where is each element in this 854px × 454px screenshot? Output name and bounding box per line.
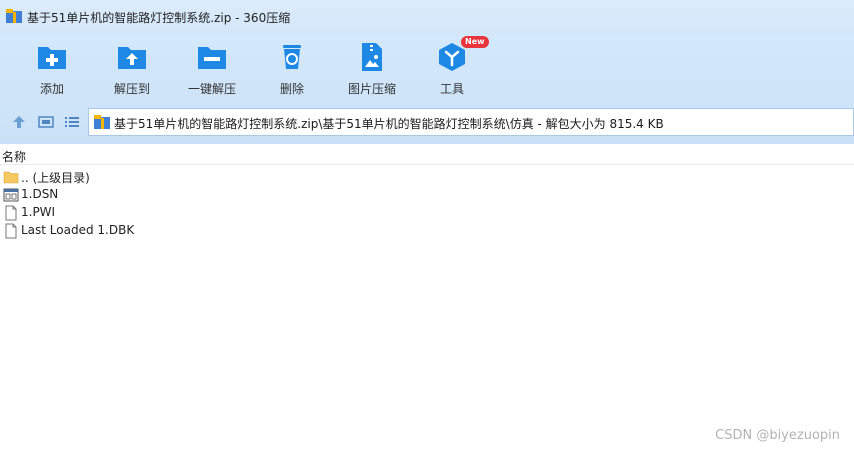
archive-icon [94,115,110,129]
file-name: 1.DSN [21,187,59,201]
file-name: .. (上级目录) [21,171,90,185]
image-compress-icon [362,43,382,71]
delete-button[interactable]: 删除 [257,38,327,98]
archive-app-icon [6,9,22,23]
tools-label: 工具 [439,82,464,96]
title-bar: 基于51单片机的智能路灯控制系统.zip - 360压缩 [0,0,854,34]
list-item-file[interactable]: Last Loaded 1.DBK [0,222,854,240]
add-folder-icon [38,47,66,69]
thumbnail-view-icon[interactable] [38,114,54,130]
one-click-extract-label: 一键解压 [187,82,236,96]
toolbar: 添加 解压到 一键解压 删除 图片压缩 New 工具 [0,34,854,100]
name-column-label: 名称 [2,150,27,164]
folder-icon [3,171,19,184]
new-badge: New [461,36,489,48]
add-button[interactable]: 添加 [17,38,87,98]
list-item-parent-directory[interactable]: .. (上级目录) [0,168,854,186]
window-title: 基于51单片机的智能路灯控制系统.zip - 360压缩 [27,11,291,25]
add-label: 添加 [39,82,64,96]
watermark: CSDN @biyezuopin [715,428,840,443]
list-item-file[interactable]: 1.PWI [0,204,854,222]
one-click-extract-button[interactable]: 一键解压 [177,38,247,98]
file-name: 1.PWI [21,205,56,219]
extract-folder-icon [118,47,146,69]
list-view-icon[interactable] [64,114,80,130]
image-compress-button[interactable]: 图片压缩 [337,38,407,98]
list-item-file[interactable]: 1.DSN [0,186,854,204]
delete-label: 删除 [279,82,304,96]
extract-to-button[interactable]: 解压到 [97,38,167,98]
dsn-file-icon [3,188,19,202]
file-icon [5,205,17,221]
file-name: Last Loaded 1.DBK [21,223,135,237]
extract-to-label: 解压到 [113,82,150,96]
file-list: .. (上级目录) 1.DSN 1.PWI Last Loaded 1.DBK [0,168,854,240]
one-click-extract-icon [198,47,226,69]
image-compress-label: 图片压缩 [347,82,396,96]
up-arrow-icon[interactable] [11,114,27,130]
address-bar[interactable]: 基于51单片机的智能路灯控制系统.zip\基于51单片机的智能路灯控制系统\仿真… [88,108,854,136]
tools-button[interactable]: New 工具 [417,36,489,98]
name-column-header[interactable]: 名称 [0,146,854,165]
recycle-bin-icon [283,45,301,69]
navigation-bar: 基于51单片机的智能路灯控制系统.zip\基于51单片机的智能路灯控制系统\仿真… [0,100,854,144]
file-icon [5,223,17,239]
address-path: 基于51单片机的智能路灯控制系统.zip\基于51单片机的智能路灯控制系统\仿真… [114,117,664,131]
